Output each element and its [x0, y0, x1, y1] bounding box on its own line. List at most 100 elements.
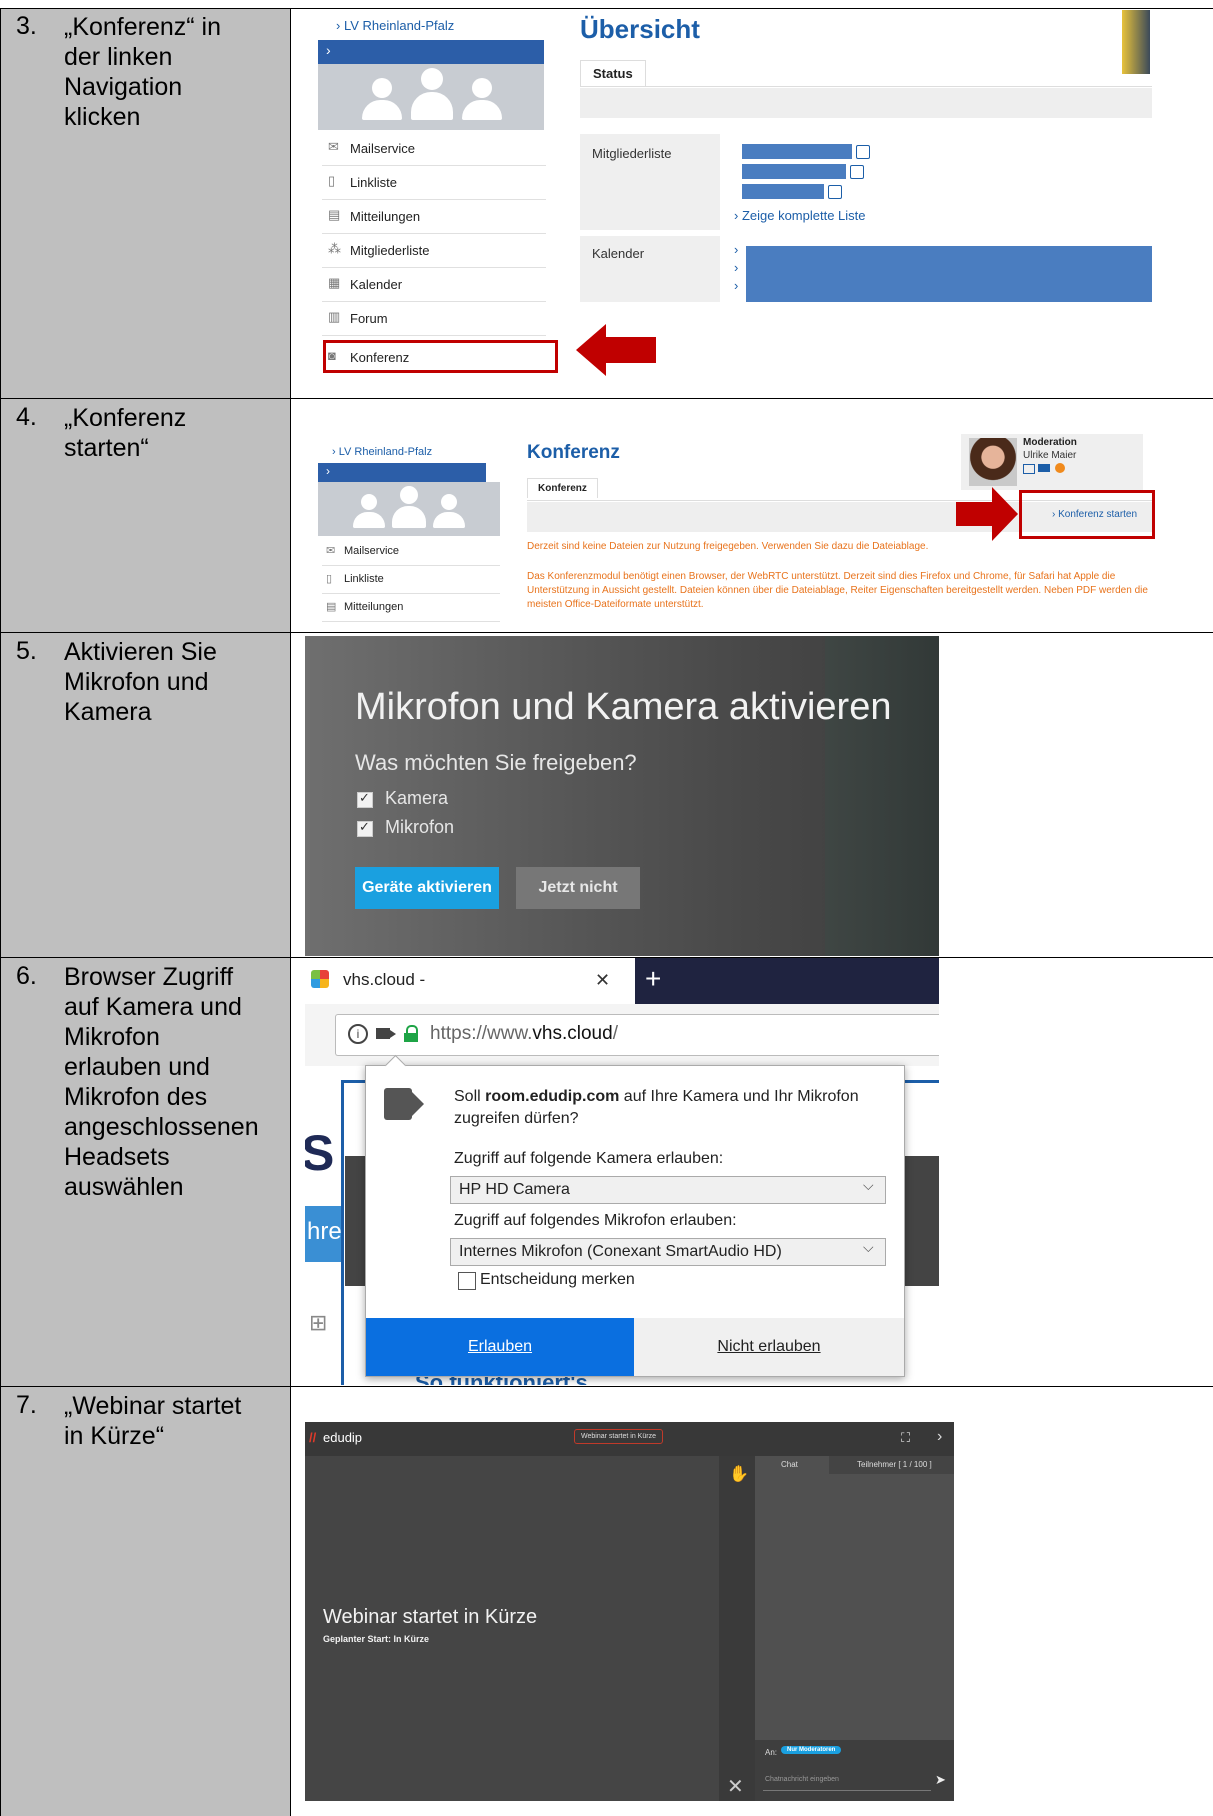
tab-participants[interactable]: Teilnehmer [ 1 / 100 ] [857, 1460, 932, 1469]
mail-icon: ✉ [326, 545, 336, 557]
group-bar: › [318, 463, 486, 482]
remember-checkbox[interactable] [458, 1272, 476, 1290]
bookmark-icon: ▯ [326, 573, 333, 585]
tab-bar: Status [580, 60, 1152, 87]
profile-icon[interactable] [828, 185, 842, 199]
camera-icon [390, 1030, 396, 1038]
nav-mitteilungen[interactable]: ▤ Mitteilungen [322, 594, 500, 622]
tab-chat[interactable]: Chat [781, 1460, 798, 1469]
screenshot-webinar-room: // edudip Webinar startet in Kürze ⛶ › ✋… [305, 1422, 954, 1801]
members-panel: Mitgliederliste › Zeige komplette Liste [580, 134, 1152, 230]
step-number: 7. [16, 1391, 37, 1419]
close-tab-icon[interactable]: ✕ [595, 970, 610, 991]
highlight-box [1019, 490, 1155, 539]
step-instruction: „Konferenz“ in der linken Navigation kli… [64, 13, 222, 131]
camera-checkbox[interactable]: ✓ [357, 790, 373, 808]
url-bar[interactable]: i https://www.vhs.cloud/ [335, 1014, 939, 1056]
chevron-right-icon: › [734, 242, 739, 257]
prompt-title: Mikrofon und Kamera aktivieren [355, 686, 892, 728]
chevron-down-icon: ⌵ [863, 1177, 874, 1193]
show-all-link[interactable]: › Zeige komplette Liste [734, 208, 866, 223]
lock-icon[interactable] [404, 1025, 418, 1042]
chat-panel: Chat Teilnehmer [ 1 / 100 ] An: Nur Mode… [755, 1456, 954, 1801]
tools-icon[interactable]: ✕ [727, 1774, 744, 1799]
room-headline: Webinar startet in Kürze [323, 1606, 538, 1628]
room-header: // edudip Webinar startet in Kürze ⛶ › [305, 1422, 954, 1456]
nav-mailservice[interactable]: ✉ Mailservice [322, 131, 546, 166]
status-panel [580, 88, 1152, 118]
logo-text: edudip [323, 1430, 363, 1445]
camera-icon[interactable] [376, 1028, 390, 1039]
profile-icon[interactable] [1023, 464, 1035, 474]
mail-icon: ✉ [328, 139, 339, 154]
tab-status[interactable]: Status [580, 60, 646, 86]
dim-background [825, 636, 939, 956]
browser-tab[interactable]: vhs.cloud - ✕ [305, 958, 635, 1004]
chevron-right-icon[interactable]: › [937, 1428, 942, 1446]
tab-konferenz[interactable]: Konferenz [527, 478, 598, 498]
chevron-right-icon: › [326, 42, 331, 58]
microphone-select[interactable]: Internes Mikrofon (Conexant SmartAudio H… [450, 1238, 886, 1266]
nav-mitteilungen[interactable]: ▤ Mitteilungen [322, 199, 546, 234]
status-badge: Webinar startet in Kürze [574, 1429, 663, 1444]
fullscreen-icon[interactable]: ⛶ [901, 1430, 910, 1446]
table-line [0, 632, 1213, 633]
mail-icon[interactable] [1038, 464, 1050, 472]
prompt-question: Was möchten Sie freigeben? [355, 750, 637, 775]
nav-kalender[interactable]: ▦ Kalender [322, 267, 546, 302]
page-title: Konferenz [527, 442, 620, 463]
activate-devices-button[interactable]: Geräte aktivieren [355, 867, 499, 909]
redacted-name [742, 164, 846, 179]
chat-compose: An: Nur Moderatoren Chatnachricht eingeb… [755, 1740, 954, 1801]
message-icon: ▤ [328, 207, 341, 222]
new-tab-icon[interactable]: + [645, 963, 661, 995]
nav-forum[interactable]: ▥ Forum [322, 301, 546, 336]
nav-mitgliederliste[interactable]: ⁂ Mitgliederliste [322, 233, 546, 268]
deny-button[interactable]: Nicht erlauben [634, 1318, 904, 1376]
calendar-label: Kalender [592, 246, 645, 261]
page-title: Übersicht [580, 14, 700, 44]
calendar-panel: Kalender › › › [580, 236, 1152, 302]
camera-select[interactable]: HP HD Camera ⌵ [450, 1176, 886, 1204]
nav-linkliste[interactable]: ▯ Linkliste [322, 165, 546, 200]
camera-option-label: Kamera [385, 788, 449, 808]
arrow-left-icon [576, 324, 656, 376]
not-now-button[interactable]: Jetzt nicht [516, 867, 640, 909]
tool-column: ✋ ✕ [719, 1456, 755, 1801]
group-avatar-banner [318, 64, 544, 130]
chat-input[interactable]: Chatnachricht eingeben [765, 1776, 839, 1783]
message-icon: ▤ [326, 601, 337, 613]
network-icon: ⊞ [309, 1310, 328, 1335]
breadcrumb[interactable]: › LV Rheinland-Pfalz [332, 446, 432, 458]
redacted-name [742, 184, 824, 199]
moderator-name: Ulrike Maier [1023, 450, 1077, 461]
remember-label: Entscheidung merken [480, 1271, 635, 1288]
raise-hand-icon[interactable]: ✋ [729, 1464, 749, 1484]
camera-select-label: Zugriff auf folgende Kamera erlauben: [454, 1150, 724, 1167]
microphone-checkbox[interactable]: ✓ [357, 819, 373, 837]
nav-mailservice[interactable]: ✉ Mailservice [322, 538, 500, 566]
chevron-right-icon: › [326, 464, 330, 478]
group-avatar-banner [318, 482, 500, 536]
table-line [290, 8, 291, 1816]
step-number: 5. [16, 637, 37, 665]
members-icon: ⁂ [328, 241, 341, 256]
breadcrumb[interactable]: › LV Rheinland-Pfalz [336, 18, 454, 33]
permission-question: Soll room.edudip.com auf Ihre Kamera und… [454, 1088, 859, 1127]
nav-linkliste[interactable]: ▯ Linkliste [322, 566, 500, 594]
status-icon [1055, 463, 1065, 473]
profile-icon[interactable] [850, 165, 864, 179]
check-icon: ✓ [359, 790, 370, 805]
chevron-right-icon: › [734, 278, 739, 293]
screenshot-permission-prompt: Mikrofon und Kamera aktivieren Was möcht… [305, 636, 939, 956]
url-text: https://www.vhs.cloud/ [430, 1023, 618, 1044]
allow-button[interactable]: Erlauben [366, 1318, 634, 1376]
chevron-right-icon: › [734, 260, 739, 275]
tab-title: vhs.cloud - [343, 970, 426, 989]
recipient-select[interactable]: Nur Moderatoren [781, 1746, 842, 1754]
info-icon[interactable]: i [348, 1024, 368, 1044]
table-line [0, 398, 1213, 399]
profile-icon[interactable] [856, 145, 870, 159]
bookmark-icon: ▯ [328, 173, 336, 188]
send-icon[interactable]: ➤ [935, 1772, 946, 1788]
